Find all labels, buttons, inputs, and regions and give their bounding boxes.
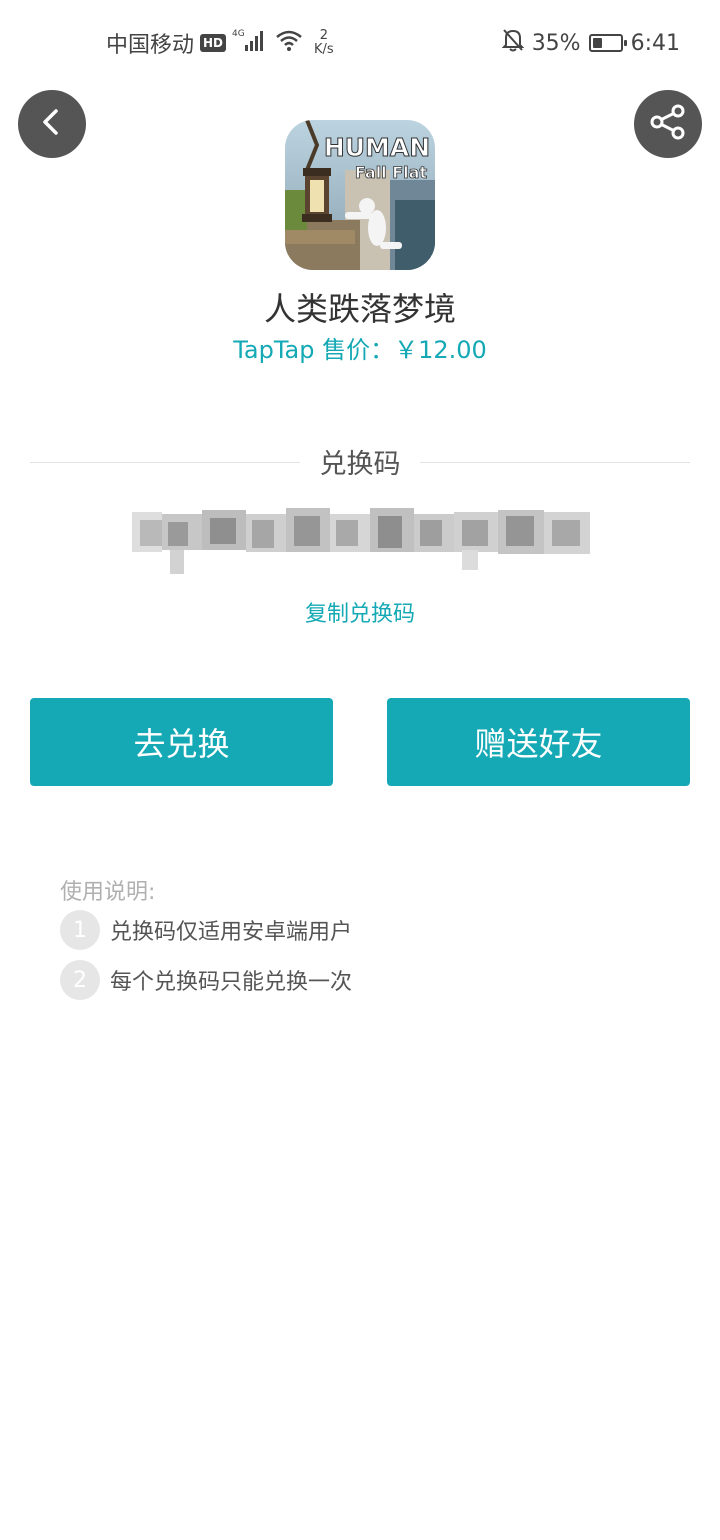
network-speed-unit: K/s (314, 42, 334, 57)
icon-title-line2: Fall Flat (355, 163, 428, 182)
hd-badge: HD (200, 34, 227, 52)
battery-level (592, 38, 602, 48)
instruction-number: 2 (60, 960, 100, 1000)
status-left: 中国移动 HD 4G 2 K/s (106, 27, 334, 59)
share-button[interactable] (634, 90, 702, 158)
status-bar: 中国移动 HD 4G 2 K/s 35% 6:41 (0, 0, 720, 84)
battery-icon (588, 34, 627, 52)
instruction-text: 兑换码仅适用安卓端用户 (110, 920, 353, 945)
price-label: TapTap 售价：￥12.00 (233, 336, 487, 364)
wifi-icon (274, 28, 304, 58)
app-name: 人类跌落梦境 (263, 290, 456, 328)
gift-friend-button[interactable]: 赠送好友 (387, 698, 690, 786)
code-section-label: 兑换码 (319, 449, 401, 480)
battery-percent: 35% (531, 30, 581, 56)
clock: 6:41 (630, 30, 680, 56)
network-type-label: 4G (232, 29, 245, 39)
instruction-item: 2 每个兑换码只能兑换一次 (60, 960, 352, 1000)
network-speed-value: 2 (319, 28, 329, 43)
bell-off-icon (501, 28, 525, 58)
chevron-left-icon (37, 107, 67, 141)
redeem-code-pixelated (132, 500, 592, 580)
divider-left (30, 462, 300, 463)
app-icon: HUMAN Fall Flat (285, 120, 435, 270)
copy-code-link[interactable]: 复制兑换码 (0, 596, 720, 628)
redeem-button[interactable]: 去兑换 (30, 698, 333, 786)
signal-icon: 4G (232, 27, 268, 59)
carrier-name: 中国移动 (106, 33, 195, 58)
instructions-title: 使用说明: (60, 880, 156, 905)
instruction-text: 每个兑换码只能兑换一次 (110, 970, 353, 995)
back-button[interactable] (18, 90, 86, 158)
status-right: 35% 6:41 (501, 28, 680, 58)
instruction-number: 1 (60, 910, 100, 950)
divider-right (420, 462, 690, 463)
share-icon (648, 102, 688, 146)
icon-title-line1: HUMAN (324, 133, 430, 162)
network-speed: 2 K/s (314, 29, 334, 57)
instruction-item: 1 兑换码仅适用安卓端用户 (60, 910, 352, 950)
